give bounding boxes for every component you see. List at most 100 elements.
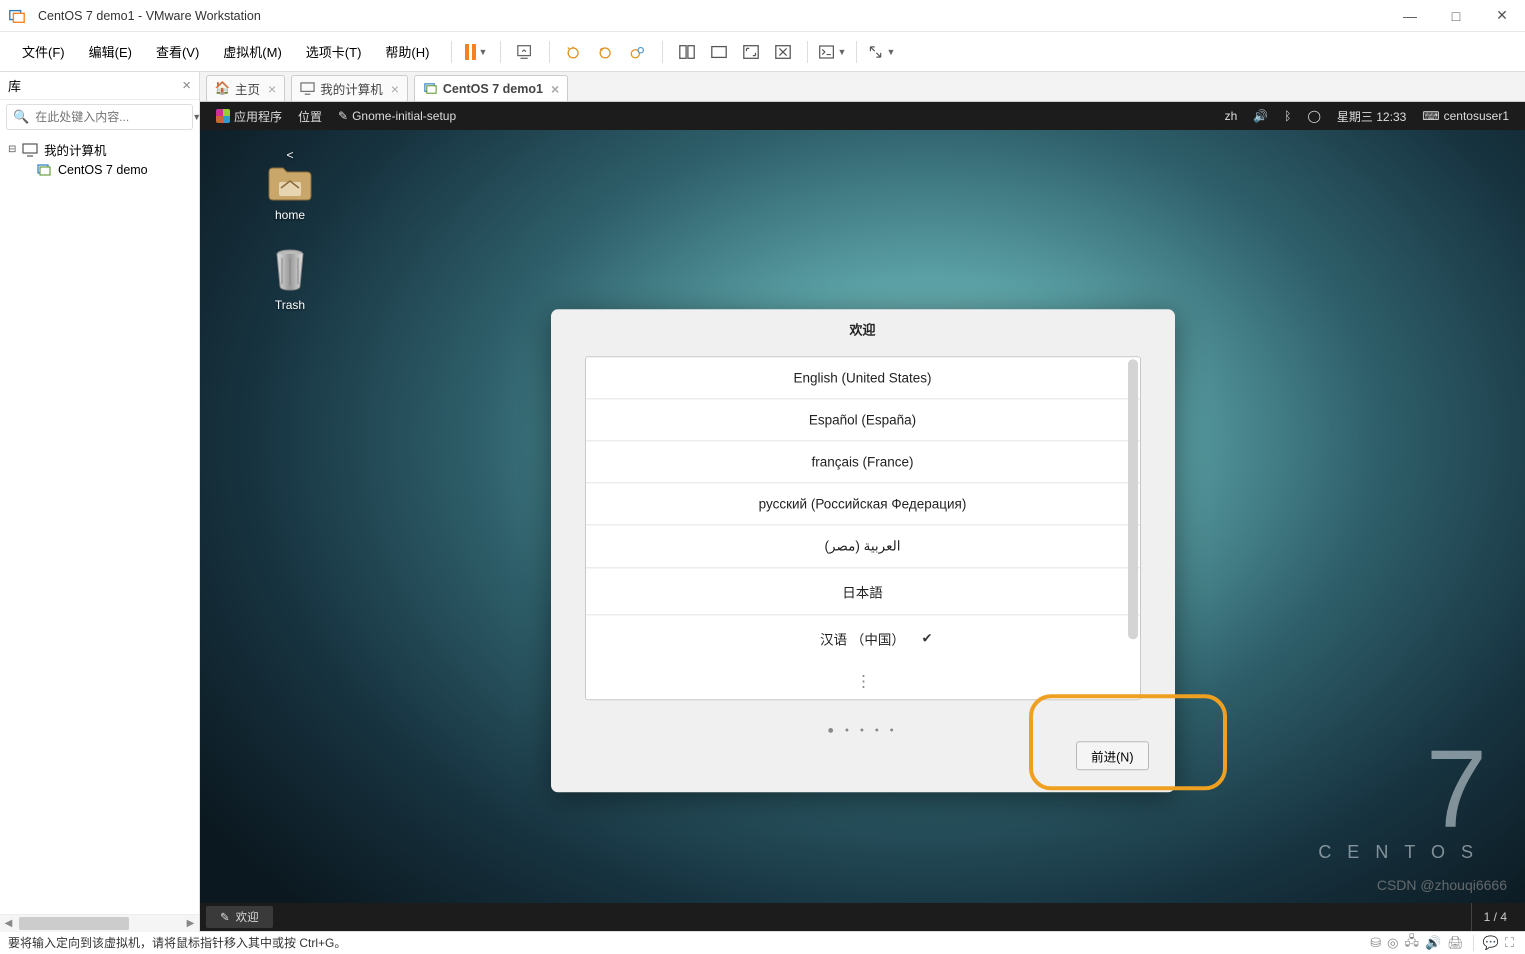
sb-cd-icon[interactable]: ◎ <box>1387 935 1398 951</box>
snapshot-button[interactable] <box>560 38 588 66</box>
tab-mycomputer[interactable]: 我的计算机 × <box>291 75 408 101</box>
tree-item-label: CentOS 7 demo <box>58 163 148 177</box>
home-icon: 🏠 <box>215 81 230 96</box>
lang-more-button[interactable]: ⋮ <box>586 661 1140 699</box>
taskbar-item-welcome[interactable]: ✎ 欢迎 <box>206 906 273 928</box>
search-icon: 🔍 <box>13 109 29 125</box>
tab-home[interactable]: 🏠 主页 × <box>206 75 285 101</box>
search-input[interactable] <box>35 110 190 124</box>
workspace-pager[interactable]: 1 / 4 <box>1471 903 1519 931</box>
centos-logo-icon <box>216 109 230 123</box>
revert-snapshot-button[interactable] <box>592 38 620 66</box>
pause-button[interactable]: ▼ <box>462 38 490 66</box>
vmware-app-icon <box>8 7 26 25</box>
tab-close-icon[interactable]: × <box>391 81 399 97</box>
centos-brand: 7 CENTOS <box>1318 746 1489 863</box>
language-list: English (United States) Español (España)… <box>585 356 1141 700</box>
collapse-icon[interactable]: ⊟ <box>8 144 18 155</box>
sb-fullscreen-icon[interactable]: ⛶ <box>1505 935 1514 951</box>
tabbar: 🏠 主页 × 我的计算机 × CentOS 7 demo1 × <box>200 72 1525 102</box>
dialog-title: 欢迎 <box>551 309 1175 356</box>
input-lang-indicator[interactable]: zh <box>1217 109 1246 123</box>
vm-display[interactable]: 应用程序 位置 ✎ Gnome-initial-setup zh 🔊 ᛒ ◯ 星… <box>200 102 1525 931</box>
library-tree: ⊟ 我的计算机 CentOS 7 demo <box>0 134 199 914</box>
tab-centos[interactable]: CentOS 7 demo1 × <box>414 75 568 101</box>
tab-home-label: 主页 <box>235 79 260 98</box>
gnome-apps-menu[interactable]: 应用程序 <box>208 108 290 125</box>
lang-option-ru[interactable]: русский (Российская Федерация) <box>586 482 1140 524</box>
library-sidebar: 库 × 🔍 ▼ ⊟ 我的计算机 CentOS 7 demo ◀▶ <box>0 72 200 931</box>
menu-edit[interactable]: 编辑(E) <box>79 37 142 66</box>
window-maximize-button[interactable]: □ <box>1433 0 1479 32</box>
sb-printer-icon[interactable]: 🖨 <box>1447 935 1464 951</box>
volume-icon[interactable]: 🔊 <box>1245 109 1276 123</box>
sb-sound-icon[interactable]: 🔊 <box>1425 935 1441 951</box>
clock[interactable]: 星期三 12:33 <box>1329 108 1414 125</box>
setup-icon: ✎ <box>338 109 348 123</box>
next-button[interactable]: 前进(N) <box>1076 741 1148 770</box>
lang-option-es[interactable]: Español (España) <box>586 398 1140 440</box>
computer-icon <box>300 81 315 96</box>
centos-version: 7 <box>1318 746 1489 834</box>
menu-view[interactable]: 查看(V) <box>146 37 209 66</box>
menu-file[interactable]: 文件(F) <box>12 37 75 66</box>
statusbar-hint: 要将输入定向到该虚拟机，请将鼠标指针移入其中或按 Ctrl+G。 <box>8 934 346 951</box>
vm-icon <box>423 81 438 96</box>
tree-item-centos[interactable]: CentOS 7 demo <box>0 161 199 179</box>
user-menu[interactable]: ⌨ centosuser1 <box>1414 109 1517 123</box>
window-close-button[interactable]: ✕ <box>1479 0 1525 32</box>
sidebar-close-button[interactable]: × <box>182 77 191 94</box>
tab-close-icon[interactable]: × <box>268 81 276 97</box>
gnome-active-app[interactable]: ✎ Gnome-initial-setup <box>330 109 464 123</box>
gnome-desktop[interactable]: < home Trash 7 CENTOS <box>200 130 1525 903</box>
accessibility-icon[interactable]: ◯ <box>1299 109 1328 123</box>
sb-disk-icon[interactable]: ⛁ <box>1370 935 1381 951</box>
sb-network-icon[interactable]: 🖧 <box>1405 932 1420 954</box>
gnome-places-menu[interactable]: 位置 <box>290 108 330 125</box>
vm-icon <box>36 163 52 177</box>
tab-centos-label: CentOS 7 demo1 <box>443 82 543 96</box>
view-fullscreen-button[interactable] <box>737 38 765 66</box>
lang-option-ar[interactable]: العربية (مصر) <box>586 524 1140 567</box>
view-console-button[interactable] <box>673 38 701 66</box>
send-ctrlaltdel-button[interactable] <box>511 38 539 66</box>
menu-tabs[interactable]: 选项卡(T) <box>296 37 372 66</box>
language-scrollbar[interactable] <box>1128 359 1138 639</box>
sidebar-search[interactable]: 🔍 ▼ <box>6 104 193 130</box>
centos-wordmark: CENTOS <box>1318 842 1489 863</box>
lang-option-fr[interactable]: français (France) <box>586 440 1140 482</box>
view-single-button[interactable] <box>705 38 733 66</box>
desktop-icon-label: Trash <box>275 298 305 312</box>
desktop-icon-trash[interactable]: Trash <box>250 248 330 312</box>
manage-snapshot-button[interactable] <box>624 38 652 66</box>
view-unity-button[interactable] <box>769 38 797 66</box>
statusbar: 要将输入定向到该虚拟机，请将鼠标指针移入其中或按 Ctrl+G。 ⛁ ◎ 🖧 🔊… <box>0 931 1525 953</box>
menubar: 文件(F) 编辑(E) 查看(V) 虚拟机(M) 选项卡(T) 帮助(H) ▼ … <box>0 32 1525 72</box>
tree-root-mycomputer[interactable]: ⊟ 我的计算机 <box>0 138 199 161</box>
lang-option-zh[interactable]: 汉语 （中国） ✔ <box>586 614 1140 661</box>
tab-mycomputer-label: 我的计算机 <box>320 79 383 98</box>
gnome-topbar: 应用程序 位置 ✎ Gnome-initial-setup zh 🔊 ᛒ ◯ 星… <box>200 102 1525 130</box>
sb-message-icon[interactable]: 💬 <box>1483 935 1499 951</box>
setup-icon: ✎ <box>220 910 230 924</box>
lang-option-ja[interactable]: 日本語 <box>586 567 1140 614</box>
window-title: CentOS 7 demo1 - VMware Workstation <box>38 9 261 23</box>
bluetooth-icon[interactable]: ᛒ <box>1276 109 1299 123</box>
check-icon: ✔ <box>922 630 933 646</box>
trash-icon <box>272 248 308 292</box>
window-titlebar: CentOS 7 demo1 - VMware Workstation — □ … <box>0 0 1525 32</box>
window-minimize-button[interactable]: — <box>1387 0 1433 32</box>
keyboard-icon: ⌨ <box>1422 109 1439 123</box>
tab-close-icon[interactable]: × <box>551 81 559 97</box>
sidebar-scrollbar[interactable]: ◀▶ <box>0 914 199 931</box>
menu-vm[interactable]: 虚拟机(M) <box>213 37 292 66</box>
gnome-taskbar: ✎ 欢迎 1 / 4 <box>200 903 1525 931</box>
stretch-button[interactable]: ▼ <box>867 38 895 66</box>
folder-icon <box>267 162 313 202</box>
desktop-icon-home[interactable]: < home <box>250 148 330 222</box>
sidebar-title: 库 <box>8 76 21 95</box>
lang-option-en[interactable]: English (United States) <box>586 357 1140 398</box>
desktop-icon-label: home <box>275 208 305 222</box>
console-button[interactable]: ▼ <box>818 38 846 66</box>
menu-help[interactable]: 帮助(H) <box>375 37 439 66</box>
